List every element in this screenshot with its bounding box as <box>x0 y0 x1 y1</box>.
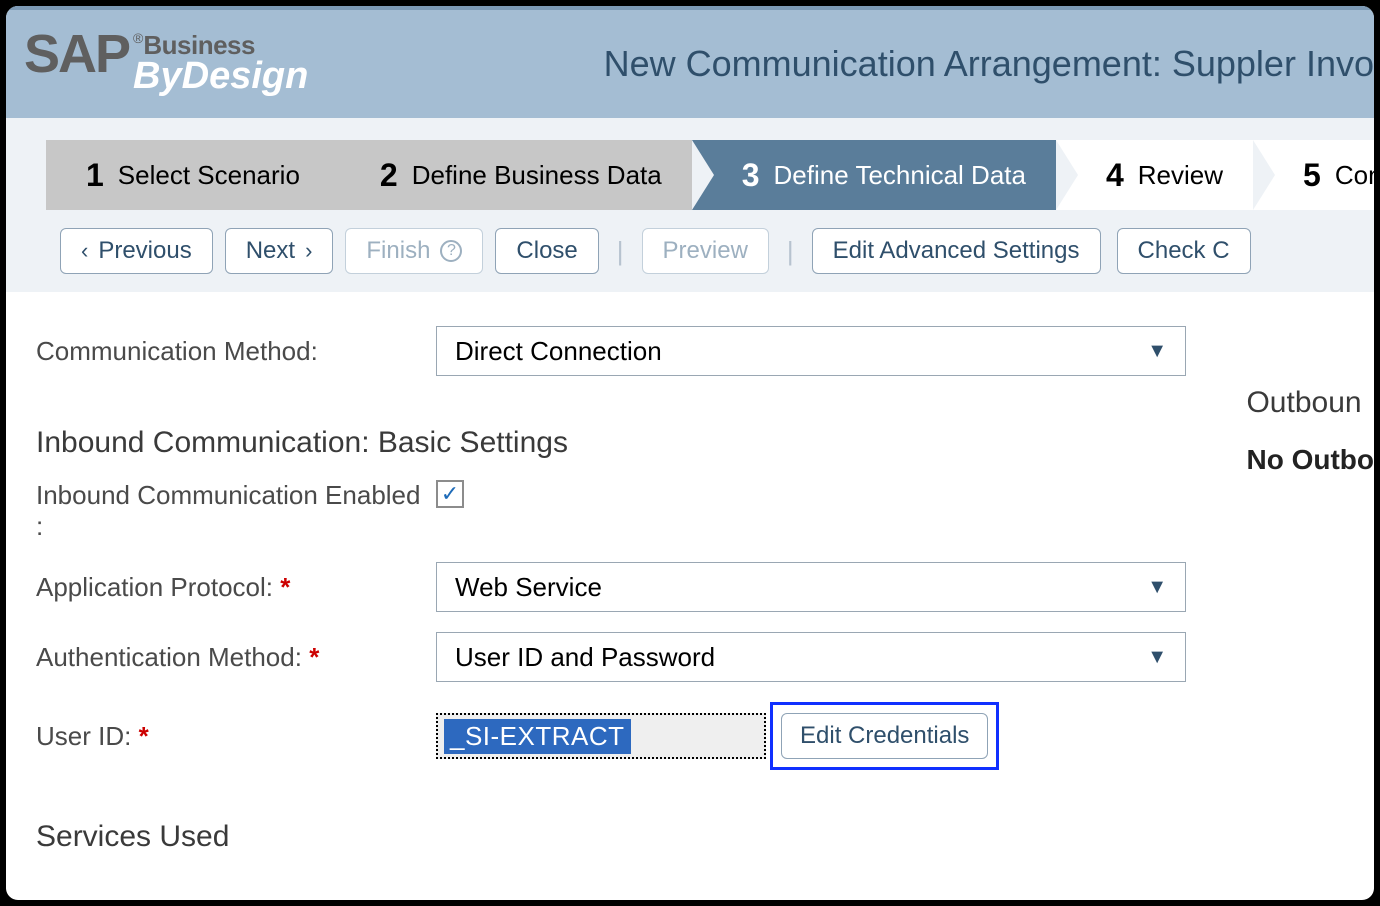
edit-credentials-highlight: Edit Credentials <box>770 702 999 770</box>
chevron-left-icon: ‹ <box>81 238 88 264</box>
chevron-down-icon: ▼ <box>1147 340 1167 363</box>
authentication-method-select[interactable]: User ID and Password ▼ <box>436 632 1186 682</box>
select-value: User ID and Password <box>455 642 715 673</box>
wizard-step-label: Review <box>1138 160 1223 191</box>
inbound-enabled-checkbox[interactable]: ✓ <box>436 480 464 508</box>
user-id-input[interactable]: _SI-EXTRACT <box>436 713 766 759</box>
chevron-down-icon: ▼ <box>1147 646 1167 669</box>
logo-bydesign-text: ByDesign <box>133 55 308 98</box>
application-protocol-label: Application Protocol: <box>36 572 436 603</box>
chevron-right-icon: › <box>305 238 312 264</box>
wizard-step-2[interactable]: 2 Define Business Data <box>330 140 692 210</box>
edit-credentials-button[interactable]: Edit Credentials <box>781 713 988 759</box>
page-title: New Communication Arrangement: Suppler I… <box>528 43 1374 85</box>
app-header: SAP ®Business ByDesign New Communication… <box>6 6 1374 118</box>
select-value: Web Service <box>455 572 602 603</box>
app-frame: SAP ®Business ByDesign New Communication… <box>0 0 1380 906</box>
communication-method-select[interactable]: Direct Connection ▼ <box>436 326 1186 376</box>
wizard-step-label: Define Business Data <box>412 160 662 191</box>
inbound-section-heading: Inbound Communication: Basic Settings <box>36 426 1186 460</box>
check-completeness-button[interactable]: Check C <box>1117 228 1251 274</box>
next-button[interactable]: Next › <box>225 228 334 274</box>
wizard-step-4[interactable]: 4 Review <box>1056 140 1253 210</box>
inbound-enabled-label: Inbound Communication Enabled : <box>36 480 436 542</box>
edit-advanced-settings-button[interactable]: Edit Advanced Settings <box>812 228 1101 274</box>
toolbar-divider: | <box>781 236 800 267</box>
previous-button[interactable]: ‹ Previous <box>60 228 213 274</box>
preview-button[interactable]: Preview <box>642 228 769 274</box>
services-used-heading: Services Used <box>36 820 1186 854</box>
row-communication-method: Communication Method: Direct Connection … <box>36 316 1374 386</box>
wizard-step-label: Confirmation <box>1335 160 1380 191</box>
wizard-step-label: Select Scenario <box>118 160 300 191</box>
wizard-steps: 1 Select Scenario 2 Define Business Data… <box>46 140 1352 210</box>
authentication-method-label: Authentication Method: <box>36 642 436 673</box>
user-id-value: _SI-EXTRACT <box>444 719 631 754</box>
action-toolbar: ‹ Previous Next › Finish ? Close | Previ… <box>46 210 1352 292</box>
user-id-label: User ID: <box>36 721 436 752</box>
close-button[interactable]: Close <box>495 228 598 274</box>
registered-mark: ® <box>133 30 143 46</box>
brand-logo: SAP ®Business ByDesign <box>24 30 308 98</box>
wizard-step-5[interactable]: 5 Confirmation <box>1253 140 1380 210</box>
finish-button[interactable]: Finish ? <box>345 228 483 274</box>
toolbar-divider: | <box>611 236 630 267</box>
select-value: Direct Connection <box>455 336 662 367</box>
form-content: Communication Method: Direct Connection … <box>6 292 1374 864</box>
outbound-section-heading: Outboun <box>1246 386 1374 420</box>
logo-sap-text: SAP <box>24 30 129 79</box>
chevron-down-icon: ▼ <box>1147 576 1167 599</box>
application-protocol-select[interactable]: Web Service ▼ <box>436 562 1186 612</box>
wizard-step-label: Define Technical Data <box>774 160 1026 191</box>
wizard-step-1[interactable]: 1 Select Scenario <box>46 140 330 210</box>
help-icon: ? <box>440 240 462 262</box>
outbound-none-text: No Outbo <box>1246 444 1374 476</box>
wizard-area: 1 Select Scenario 2 Define Business Data… <box>6 118 1374 292</box>
communication-method-label: Communication Method: <box>36 336 436 367</box>
wizard-step-3[interactable]: 3 Define Technical Data <box>692 140 1056 210</box>
